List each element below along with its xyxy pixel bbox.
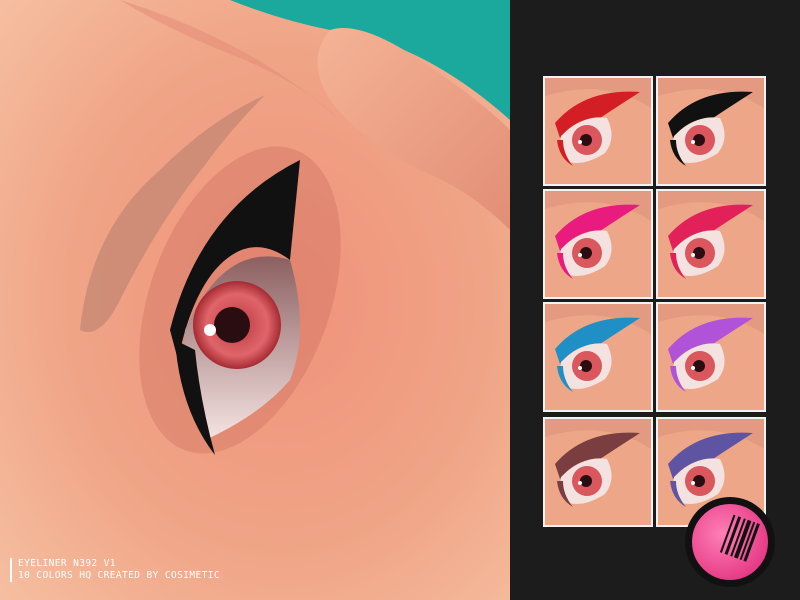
color-swatch-4 <box>656 189 766 299</box>
color-swatch-1 <box>543 76 653 186</box>
color-swatch-7 <box>543 417 653 527</box>
hero-eye-closeup <box>0 0 510 600</box>
color-swatch-3 <box>543 189 653 299</box>
promo-image: EYELINER N392 V1 10 COLORS HQ CREATED BY… <box>0 0 800 600</box>
pupil <box>214 307 250 343</box>
color-swatch-5 <box>543 302 653 412</box>
color-swatch-6 <box>656 302 766 412</box>
cosimetic-logo <box>685 497 775 587</box>
caption-subtitle: 10 COLORS HQ CREATED BY COSIMETIC <box>18 570 220 581</box>
caption: EYELINER N392 V1 10 COLORS HQ CREATED BY… <box>10 558 220 582</box>
caption-title: EYELINER N392 V1 <box>18 558 116 569</box>
color-swatch-2 <box>656 76 766 186</box>
